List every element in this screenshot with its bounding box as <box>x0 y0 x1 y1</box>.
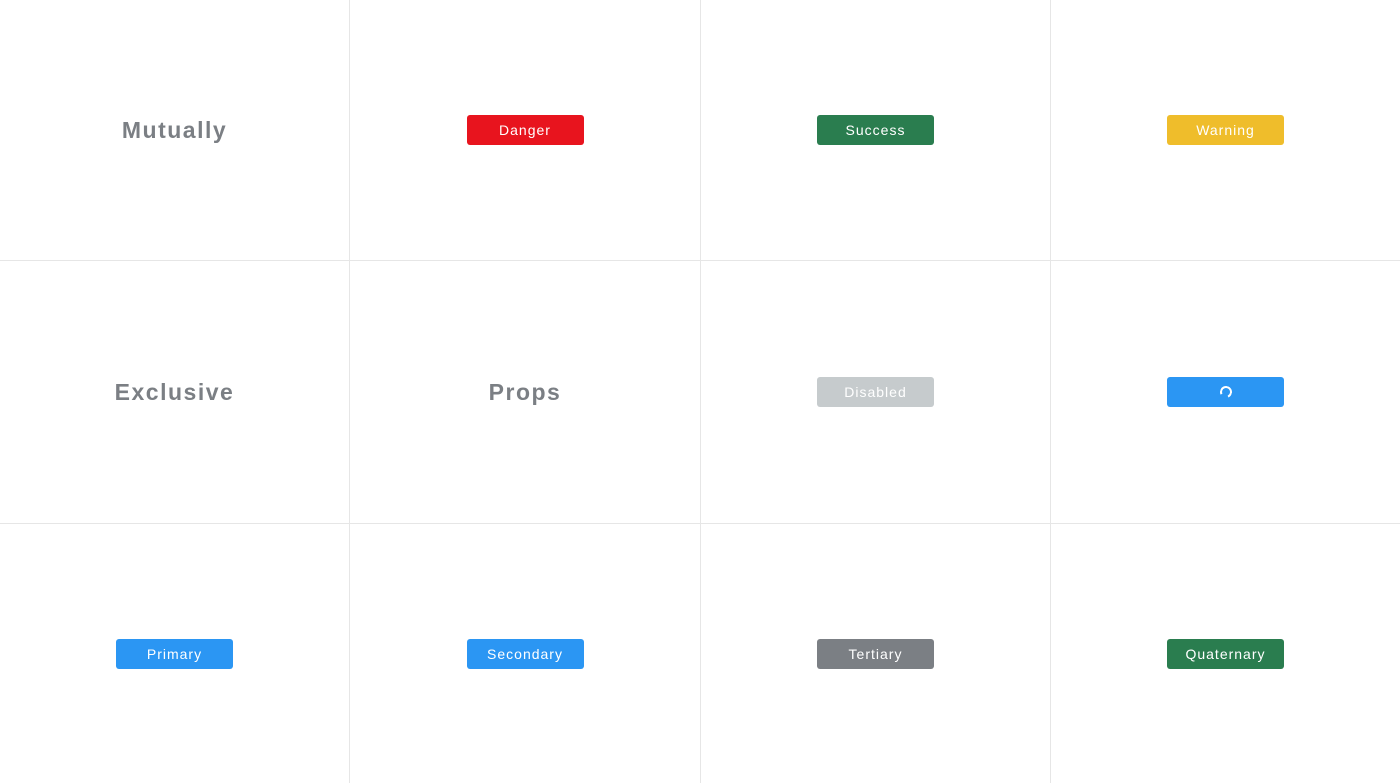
grid-cell: Primary <box>0 524 350 783</box>
quaternary-button[interactable]: Quaternary <box>1167 638 1284 669</box>
loading-spinner-icon <box>1217 384 1234 400</box>
grid-cell: Success <box>701 0 1051 261</box>
grid-cell: Mutually <box>0 0 350 261</box>
heading-exclusive: Exclusive <box>114 378 235 405</box>
grid-cell: Secondary <box>350 524 701 783</box>
grid-cell: Danger <box>350 0 701 261</box>
success-button[interactable]: Success <box>817 115 934 145</box>
grid-cell <box>1051 261 1400 524</box>
grid-cell: Props <box>350 261 701 524</box>
grid-cell: Warning <box>1051 0 1400 261</box>
primary-button[interactable]: Primary <box>116 638 233 669</box>
button-showcase-grid: Mutually Danger Success Warning Exclusiv… <box>0 0 1400 783</box>
disabled-button: Disabled <box>817 377 934 407</box>
grid-cell: Quaternary <box>1051 524 1400 783</box>
grid-cell: Disabled <box>701 261 1051 524</box>
heading-mutually: Mutually <box>121 116 228 143</box>
secondary-button[interactable]: Secondary <box>466 638 584 669</box>
warning-button[interactable]: Warning <box>1167 115 1284 145</box>
tertiary-button[interactable]: Tertiary <box>817 638 934 669</box>
danger-button[interactable]: Danger <box>466 115 584 145</box>
heading-props: Props <box>488 378 562 405</box>
loading-button[interactable] <box>1167 377 1284 407</box>
grid-cell: Tertiary <box>701 524 1051 783</box>
grid-cell: Exclusive <box>0 261 350 524</box>
